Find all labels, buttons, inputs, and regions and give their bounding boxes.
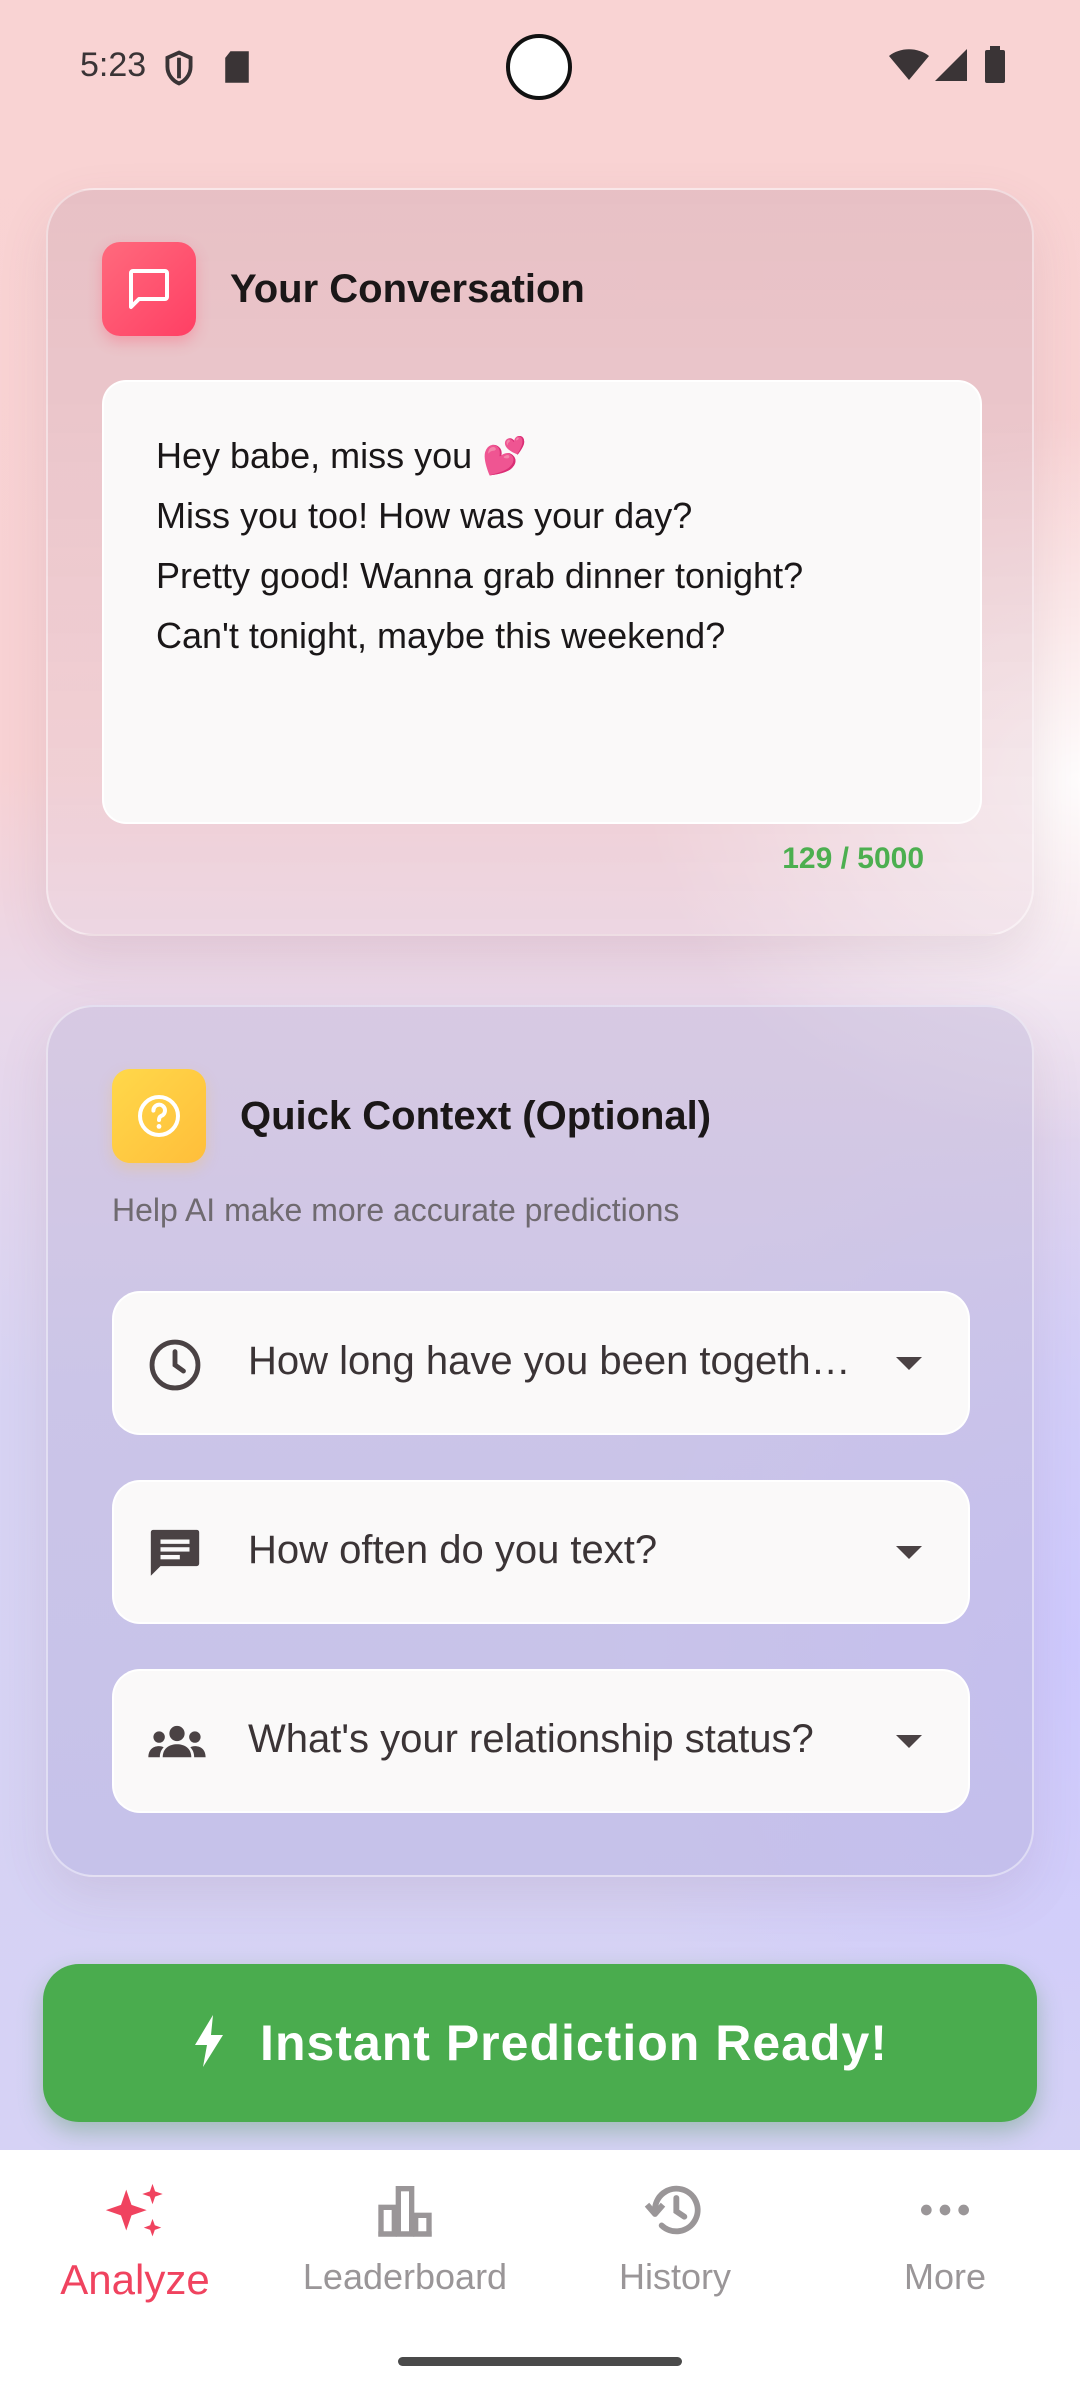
bolt-icon xyxy=(192,2014,226,2072)
context-card: Quick Context (Optional) Help AI make mo… xyxy=(46,1005,1034,1877)
caret-down-icon xyxy=(894,1355,924,1378)
nav-label: Analyze xyxy=(60,2256,210,2303)
nav-item-analyze[interactable]: Analyze xyxy=(0,2178,270,2338)
context-title: Quick Context (Optional) xyxy=(240,1093,712,1138)
conversation-title: Your Conversation xyxy=(230,266,585,311)
conversation-card: Your Conversation Hey babe, miss you 💕 M… xyxy=(46,188,1034,936)
message-line: Can't tonight, maybe this weekend? xyxy=(156,615,726,656)
relationship-status-dropdown[interactable]: What's your relationship status? xyxy=(112,1669,970,1813)
nav-item-leaderboard[interactable]: Leaderboard xyxy=(270,2178,540,2338)
nav-item-history[interactable]: History xyxy=(540,2178,810,2338)
question-circle-icon xyxy=(112,1069,206,1163)
message-icon xyxy=(146,1525,204,1583)
camera-cutout xyxy=(506,34,572,100)
battery-icon xyxy=(984,46,1006,89)
nav-label: History xyxy=(618,2256,731,2297)
more-horizontal-icon xyxy=(810,2178,1080,2242)
history-icon xyxy=(540,2178,810,2242)
nav-item-more[interactable]: More xyxy=(810,2178,1080,2338)
sparkles-icon xyxy=(0,2178,270,2248)
caret-down-icon xyxy=(894,1733,924,1756)
dropdown-label: How long have you been together? xyxy=(248,1339,860,1383)
context-hint: Help AI make more accurate predictions xyxy=(112,1192,680,1228)
dropdown-label: How often do you text? xyxy=(248,1528,658,1572)
chat-bubble-icon xyxy=(102,242,196,336)
message-line: Pretty good! Wanna grab dinner tonight? xyxy=(156,555,804,596)
wifi-icon xyxy=(888,48,930,87)
signal-icon xyxy=(934,48,968,87)
home-indicator[interactable] xyxy=(398,2357,682,2366)
shield-icon xyxy=(163,50,195,91)
nav-label: More xyxy=(903,2256,987,2297)
people-icon xyxy=(146,1714,206,1772)
status-time: 5:23 xyxy=(80,46,147,84)
app-screen: 5:23 Your Conversation Hey babe, miss yo… xyxy=(0,0,1080,2400)
instant-prediction-button[interactable]: Instant Prediction Ready! xyxy=(43,1964,1037,2122)
texting-frequency-dropdown[interactable]: How often do you text? xyxy=(112,1480,970,1624)
bar-chart-icon xyxy=(270,2178,540,2242)
conversation-input[interactable]: Hey babe, miss you 💕 Miss you too! How w… xyxy=(102,380,982,824)
conversation-card-header: Your Conversation xyxy=(102,242,585,336)
message-line: Miss you too! How was your day? xyxy=(156,495,693,536)
context-card-header: Quick Context (Optional) xyxy=(112,1069,711,1163)
status-bar: 5:23 xyxy=(0,0,1080,135)
cta-label: Instant Prediction Ready! xyxy=(260,2015,888,2071)
caret-down-icon xyxy=(894,1544,924,1567)
dropdown-label: What's your relationship status? xyxy=(248,1717,814,1761)
nav-label: Leaderboard xyxy=(302,2256,508,2297)
character-count: 129 / 5000 xyxy=(782,842,924,875)
sd-card-icon xyxy=(222,50,252,89)
message-line: Hey babe, miss you 💕 xyxy=(156,435,527,476)
clock-icon xyxy=(146,1336,204,1394)
duration-dropdown[interactable]: How long have you been together? xyxy=(112,1291,970,1435)
